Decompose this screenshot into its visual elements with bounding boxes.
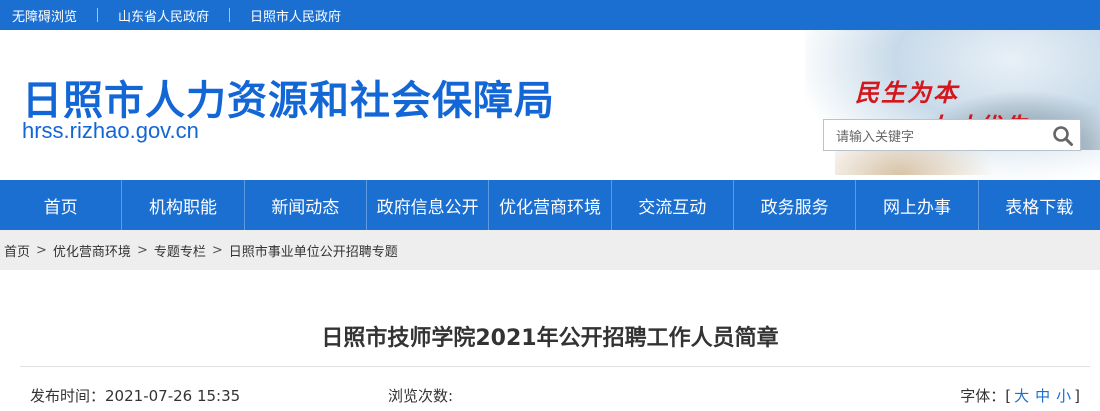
article-header: 日照市技师学院2021年公开招聘工作人员简章 发布时间：2021-07-26 1… (0, 270, 1100, 411)
views-label: 浏览次数: (388, 387, 454, 405)
breadcrumb-recruitment-topic[interactable]: 日照市事业单位公开招聘专题 (229, 241, 398, 260)
breadcrumb-business-env[interactable]: 优化营商环境 (53, 241, 131, 260)
title-divider (20, 366, 1090, 367)
breadcrumb-home[interactable]: 首页 (4, 241, 30, 260)
accessibility-link[interactable]: 无障碍浏览 (0, 6, 89, 25)
nav-home[interactable]: 首页 (0, 180, 123, 230)
nav-functions[interactable]: 机构职能 (122, 180, 245, 230)
nav-interaction[interactable]: 交流互动 (612, 180, 734, 230)
nav-form-download[interactable]: 表格下载 (979, 180, 1100, 230)
nav-online-services[interactable]: 网上办事 (856, 180, 979, 230)
publish-time: 2021-07-26 15:35 (105, 387, 241, 405)
publish-info: 发布时间：2021-07-26 15:35 (30, 385, 240, 406)
font-size-small-button[interactable]: 小 (1056, 387, 1071, 405)
breadcrumb-separator: > (211, 242, 223, 258)
slogan-line-1: 民生为本 (855, 78, 959, 107)
main-nav: 首页 机构职能 新闻动态 政府信息公开 优化营商环境 交流互动 政务服务 网上办… (0, 180, 1100, 230)
site-header: 日照市人力资源和社会保障局 hrss.rizhao.gov.cn 民生为本 人才… (0, 30, 1100, 180)
rizhao-gov-link[interactable]: 日照市人民政府 (238, 6, 353, 25)
divider (229, 8, 231, 22)
search-icon[interactable] (1052, 125, 1074, 147)
breadcrumb-separator: > (136, 242, 148, 258)
font-size-control: 字体：[大中小] (960, 385, 1080, 406)
site-domain: hrss.rizhao.gov.cn (22, 118, 199, 143)
shandong-gov-link[interactable]: 山东省人民政府 (106, 6, 221, 25)
breadcrumb-separator: > (36, 242, 47, 258)
nav-news[interactable]: 新闻动态 (245, 180, 367, 230)
font-size-close-bracket: ] (1074, 387, 1080, 405)
nav-gov-info[interactable]: 政府信息公开 (367, 180, 490, 230)
font-size-label: 字体：[ (960, 387, 1012, 405)
divider (97, 8, 99, 22)
search-box (823, 119, 1081, 151)
search-input[interactable] (834, 126, 1048, 148)
font-size-large-button[interactable]: 大 (1014, 387, 1029, 405)
breadcrumb: 首页 > 优化营商环境 > 专题专栏 > 日照市事业单位公开招聘专题 (0, 230, 1100, 270)
top-bar: 无障碍浏览 山东省人民政府 日照市人民政府 (0, 0, 1100, 30)
article-title: 日照市技师学院2021年公开招聘工作人员简章 (321, 326, 779, 351)
font-size-medium-button[interactable]: 中 (1035, 387, 1050, 405)
nav-gov-services[interactable]: 政务服务 (734, 180, 857, 230)
view-count: 浏览次数: (388, 385, 453, 406)
breadcrumb-special-topics[interactable]: 专题专栏 (154, 241, 206, 260)
nav-business-env[interactable]: 优化营商环境 (489, 180, 612, 230)
publish-label: 发布时间： (30, 387, 106, 405)
